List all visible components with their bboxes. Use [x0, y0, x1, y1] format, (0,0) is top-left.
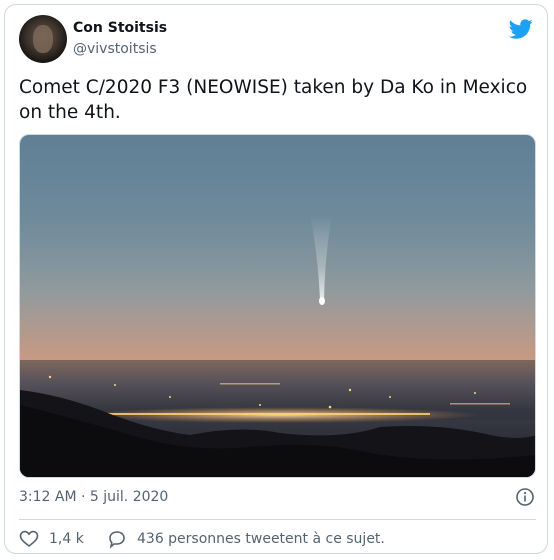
tweet-timestamp[interactable]: 3:12 AM · 5 juil. 2020	[19, 489, 168, 505]
avatar[interactable]	[19, 15, 67, 63]
tweet-photo[interactable]	[19, 134, 536, 478]
speech-bubble-icon[interactable]	[107, 529, 127, 549]
tweet-card: Con Stoitsis @vivstoitsis Comet C/2020 F…	[4, 4, 548, 554]
like-count[interactable]: 1,4 k	[49, 531, 84, 547]
discussion-link[interactable]: 436 personnes tweetent à ce sujet.	[137, 531, 385, 547]
author-name[interactable]: Con Stoitsis	[73, 20, 167, 36]
tweet-text: Comet C/2020 F3 (NEOWISE) taken by Da Ko…	[19, 77, 528, 123]
heart-icon[interactable]	[19, 529, 39, 549]
info-icon[interactable]	[515, 487, 535, 507]
twitter-bird-icon[interactable]	[509, 17, 533, 41]
author-handle[interactable]: @vivstoitsis	[73, 41, 157, 57]
divider	[19, 519, 536, 520]
